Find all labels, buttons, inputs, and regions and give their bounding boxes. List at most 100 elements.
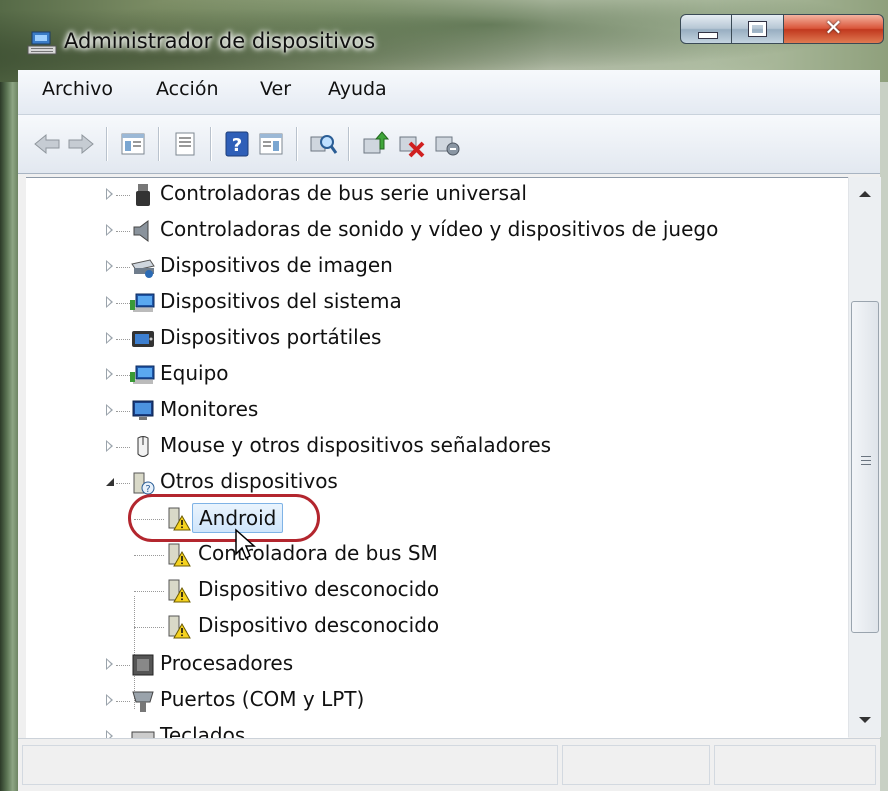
status-pane <box>562 745 710 785</box>
view-icon[interactable] <box>256 129 286 159</box>
tree-item-sm-bus-controller[interactable]: Controladora de bus SM <box>26 538 826 572</box>
highlight-ring <box>128 494 320 542</box>
mouse-icon <box>137 436 149 457</box>
tree-item-label: Mouse y otros dispositivos señaladores <box>160 433 552 457</box>
expand-arrow-icon[interactable] <box>106 368 113 380</box>
keyboard-icon <box>131 731 155 738</box>
tree-item-label: Dispositivo desconocido <box>198 577 440 601</box>
expand-arrow-icon[interactable] <box>106 260 113 272</box>
expand-arrow-icon[interactable] <box>106 332 113 344</box>
tree-connector <box>134 591 164 592</box>
tree-item-imaging-devices[interactable]: Dispositivos de imagen <box>26 250 826 284</box>
scan-hardware-icon[interactable] <box>308 129 338 159</box>
tree-connector <box>116 701 130 702</box>
tree-item-label: Monitores <box>160 397 259 421</box>
menu-ayuda[interactable]: Ayuda <box>328 78 387 100</box>
menu-archivo[interactable]: Archivo <box>42 78 113 100</box>
expand-arrow-icon[interactable] <box>106 658 113 670</box>
speaker-icon <box>133 220 149 242</box>
tree-item-unknown-device[interactable]: Dispositivo desconocido <box>26 610 826 644</box>
tree-item-label: Otros dispositivos <box>160 469 338 493</box>
scrollbar-thumb[interactable] <box>851 301 879 633</box>
status-bar <box>18 738 880 791</box>
status-pane <box>714 745 876 785</box>
tree-connector <box>116 339 130 340</box>
tree-item-sound-controllers[interactable]: Controladoras de sonido y vídeo y dispos… <box>26 214 826 248</box>
toolbar-separator <box>296 127 298 161</box>
menu-bar: Archivo Acción Ver Ayuda <box>18 70 880 115</box>
scanner-icon <box>131 259 155 278</box>
menu-accion[interactable]: Acción <box>156 78 219 100</box>
device-manager-window: Administrador de dispositivos ✕ Archivo … <box>0 0 888 791</box>
scroll-down-arrow-icon[interactable] <box>849 703 881 737</box>
expand-arrow-icon[interactable] <box>106 730 113 738</box>
vertical-scrollbar[interactable] <box>848 177 881 737</box>
window-title: Administrador de dispositivos <box>64 29 376 53</box>
tree-connector <box>116 665 130 666</box>
tree-connector <box>116 447 130 448</box>
tree-item-processors[interactable]: Procesadores <box>26 648 826 682</box>
tree-item-label: Procesadores <box>160 651 294 675</box>
tree-item-label: Dispositivos portátiles <box>160 325 382 349</box>
tree-item-label: Controladoras de sonido y vídeo y dispos… <box>160 217 719 241</box>
processor-icon <box>132 654 154 676</box>
tree-item-label: Controladoras de bus serie universal <box>160 181 527 205</box>
tree-item-portable-devices[interactable]: Dispositivos portátiles <box>26 322 826 356</box>
tree-item-ports[interactable]: Puertos (COM y LPT) <box>26 684 826 718</box>
maximize-icon <box>748 21 767 37</box>
forward-icon[interactable] <box>66 129 96 159</box>
tree-item-system-devices[interactable]: Dispositivos del sistema <box>26 286 826 320</box>
unknown-device-icon: ? <box>133 472 155 495</box>
expand-arrow-icon[interactable] <box>106 694 113 706</box>
expand-arrow-icon[interactable] <box>106 224 113 236</box>
expand-arrow-icon[interactable] <box>106 296 113 308</box>
menu-ver[interactable]: Ver <box>260 78 291 100</box>
expand-arrow-icon[interactable] <box>106 440 113 452</box>
tree-connector <box>116 195 130 196</box>
tree-item-label: Dispositivos del sistema <box>160 289 402 313</box>
system-device-icon <box>130 293 155 312</box>
back-icon[interactable] <box>32 129 62 159</box>
warning-device-icon <box>168 579 191 603</box>
warning-device-icon <box>168 615 191 639</box>
device-tree[interactable]: Controladoras de bus serie universal Con… <box>26 177 848 738</box>
maximize-button[interactable] <box>732 14 784 44</box>
collapse-arrow-icon[interactable] <box>106 478 114 486</box>
tree-item-label: Teclados <box>160 723 246 738</box>
tree-connector <box>116 411 130 412</box>
tree-connector <box>116 375 130 376</box>
update-driver-icon[interactable] <box>360 129 390 159</box>
help-icon[interactable]: ? <box>222 129 252 159</box>
warning-device-icon <box>168 543 191 567</box>
toolbar-separator <box>210 127 212 161</box>
expand-arrow-icon[interactable] <box>106 188 113 200</box>
window-frame-right <box>880 0 888 791</box>
device-manager-icon <box>27 31 57 55</box>
disable-icon[interactable] <box>432 129 462 159</box>
caption-buttons: ✕ <box>680 14 884 44</box>
window-frame-left <box>0 0 18 791</box>
expand-arrow-icon[interactable] <box>106 404 113 416</box>
scroll-up-arrow-icon[interactable] <box>849 177 881 211</box>
show-hide-tree-icon[interactable] <box>118 129 148 159</box>
tree-item-usb-controllers[interactable]: Controladoras de bus serie universal <box>26 178 826 212</box>
close-icon: ✕ <box>824 16 843 41</box>
tree-connector <box>116 303 130 304</box>
tree-item-keyboards[interactable]: Teclados <box>26 720 826 738</box>
computer-icon <box>130 365 155 384</box>
minimize-button[interactable] <box>680 14 732 44</box>
close-button[interactable]: ✕ <box>784 14 884 44</box>
properties-icon[interactable] <box>170 129 200 159</box>
tree-item-unknown-device[interactable]: Dispositivo desconocido <box>26 574 826 608</box>
tree-item-label: Equipo <box>160 361 229 385</box>
mouse-cursor-icon <box>235 528 256 560</box>
tree-item-monitors[interactable]: Monitores <box>26 394 826 428</box>
portable-device-icon <box>132 331 154 347</box>
uninstall-icon[interactable] <box>396 129 426 159</box>
minimize-icon <box>698 32 718 39</box>
scrollbar-grip-icon <box>861 456 871 468</box>
tree-item-computer[interactable]: Equipo <box>26 358 826 392</box>
usb-icon <box>136 184 150 206</box>
toolbar-separator <box>158 127 160 161</box>
tree-item-mice[interactable]: Mouse y otros dispositivos señaladores <box>26 430 826 464</box>
